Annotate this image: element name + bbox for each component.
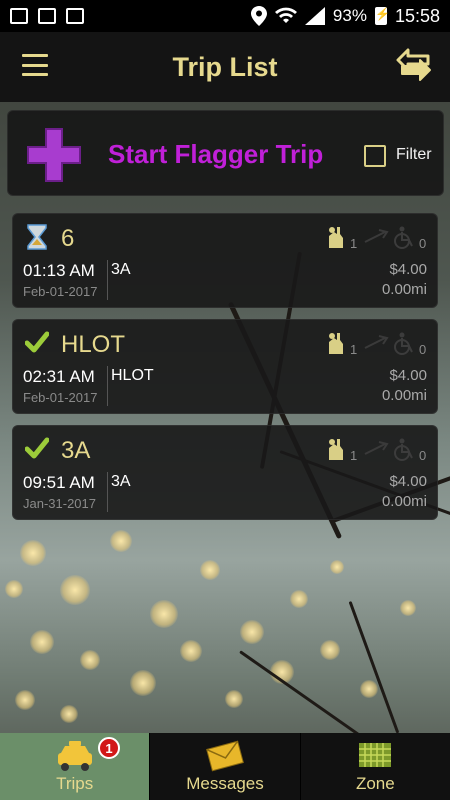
trip-name: 3A (61, 437, 91, 464)
trip-distance: 0.00mi (381, 281, 427, 298)
trip-date: Jan-31-2017 (23, 496, 96, 511)
hand-raise-icon (329, 333, 343, 354)
filter-label: Filter (396, 146, 432, 163)
trip-name: 6 (61, 225, 75, 252)
filter-checkbox[interactable] (364, 145, 386, 167)
menu-icon[interactable] (22, 54, 48, 76)
trip-card[interactable]: 6 01:13 AM Feb-01-2017 3A 1 0 $4.00 0.00… (12, 213, 438, 308)
trip-time: 09:51 AM (23, 473, 95, 492)
hand-count: 1 (350, 448, 358, 463)
divider (107, 472, 108, 512)
trip-zone: 3A (111, 473, 131, 490)
trip-distance: 0.00mi (381, 493, 427, 510)
trip-time: 02:31 AM (23, 367, 95, 386)
wheelchair-icon (394, 438, 413, 461)
divider (107, 260, 108, 300)
trip-fare: $4.00 (389, 261, 427, 278)
arrow-icon (364, 335, 389, 349)
start-flagger-trip-button[interactable]: Start Flagger Trip (108, 139, 323, 170)
battery-percent: 93% (332, 6, 367, 25)
gallery-icon (10, 8, 28, 24)
wheelchair-count: 0 (419, 342, 427, 357)
calendar-icon (38, 8, 56, 24)
notification-icons (10, 8, 84, 24)
hand-count: 1 (350, 342, 358, 357)
tab-trips[interactable]: 1 Trips (0, 733, 151, 800)
location-icon (250, 6, 267, 26)
taxi-icon (57, 741, 92, 771)
trip-fare: $4.00 (389, 367, 427, 384)
wifi-icon (274, 7, 297, 23)
check-icon (25, 437, 49, 459)
battery-icon (374, 7, 390, 25)
trip-time: 01:13 AM (23, 261, 95, 280)
plus-icon[interactable] (26, 127, 82, 183)
tab-label: Trips (56, 774, 94, 793)
wheelchair-icon (394, 226, 413, 249)
arrow-icon (364, 441, 389, 455)
hand-raise-icon (329, 439, 343, 460)
arrow-icon (364, 229, 389, 243)
app-bar: Trip List (0, 32, 450, 102)
status-right: 93% 15:58 (250, 5, 440, 27)
page-title: Trip List (172, 51, 278, 82)
trip-zone: 3A (111, 261, 131, 278)
trip-card[interactable]: 3A 09:51 AM Jan-31-2017 3A 1 0 $4.00 0.0… (12, 425, 438, 520)
trip-distance: 0.00mi (381, 387, 427, 404)
signal-icon (304, 7, 325, 25)
tab-label: Messages (186, 774, 264, 793)
hand-raise-icon (329, 227, 343, 248)
zone-map-icon (359, 743, 392, 767)
trip-date: Feb-01-2017 (23, 390, 98, 405)
trip-fare: $4.00 (389, 473, 427, 490)
tab-label: Zone (355, 774, 395, 793)
start-flagger-row[interactable]: Start Flagger Trip Filter (7, 110, 444, 196)
trip-name: HLOT (61, 331, 126, 358)
envelope-icon (206, 740, 244, 772)
wheelchair-icon (394, 332, 413, 355)
status-bar: 93% 15:58 (0, 0, 450, 32)
bottom-nav: 1 Trips Messages Zone (0, 733, 450, 800)
wheelchair-count: 0 (419, 448, 427, 463)
clock: 15:58 (394, 5, 440, 26)
check-icon (25, 331, 49, 353)
tab-messages[interactable]: Messages (150, 733, 301, 800)
trip-date: Feb-01-2017 (23, 284, 98, 299)
wheelchair-count: 0 (419, 236, 427, 251)
notification-badge: 1 (98, 737, 120, 759)
clipboard-icon (66, 8, 84, 24)
trip-card[interactable]: HLOT 02:31 AM Feb-01-2017 HLOT 1 0 $4.00… (12, 319, 438, 414)
hourglass-icon (27, 224, 47, 250)
trip-zone: HLOT (111, 367, 154, 384)
hand-count: 1 (350, 236, 358, 251)
tab-zone[interactable]: Zone (301, 733, 450, 800)
swap-arrows-icon[interactable] (392, 44, 436, 88)
divider (107, 366, 108, 406)
